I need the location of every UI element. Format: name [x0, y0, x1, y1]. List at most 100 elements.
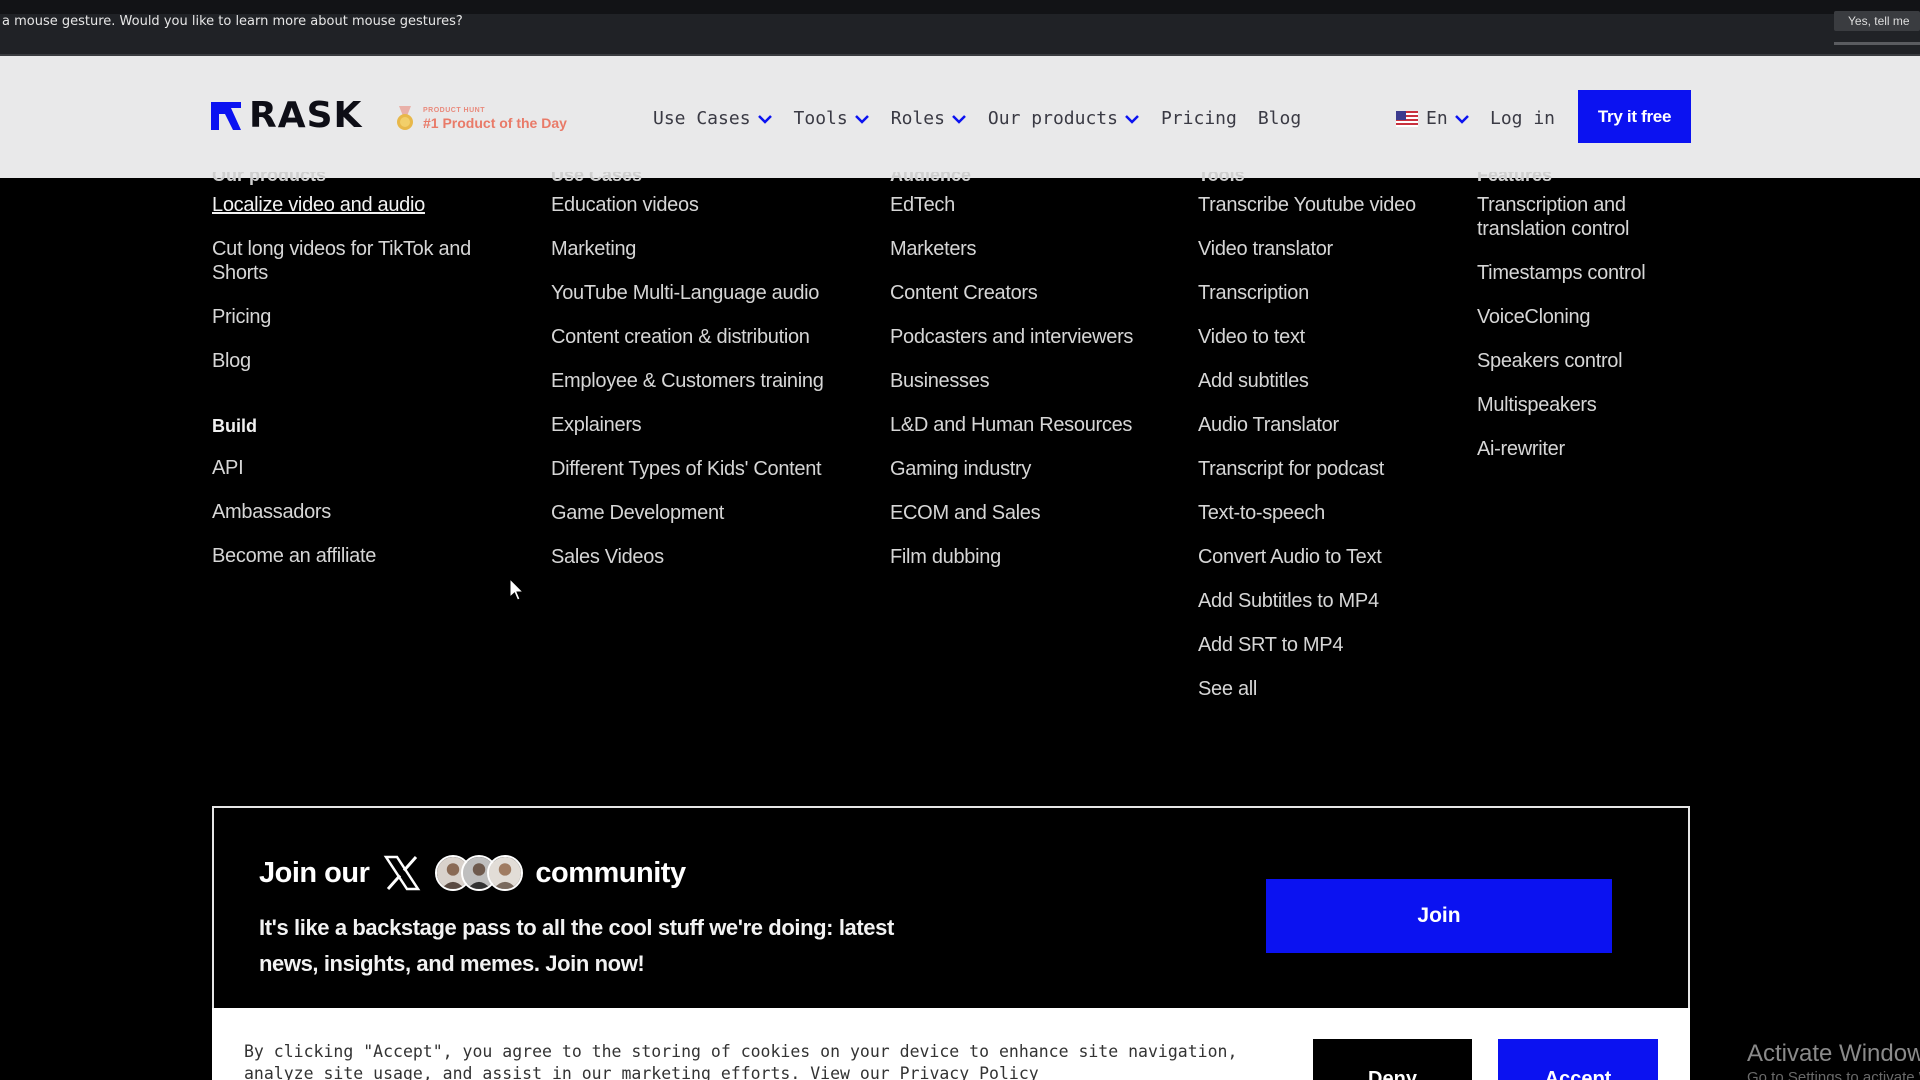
footer-link[interactable]: Become an affiliate [212, 544, 512, 568]
footer-link[interactable]: Game Development [551, 501, 871, 525]
nav-use-cases[interactable]: Use Cases [653, 108, 773, 129]
footer-link[interactable]: Video to text [1198, 325, 1458, 349]
footer-link[interactable]: Employee & Customers training [551, 369, 871, 393]
footer-link[interactable]: Localize video and audio [212, 193, 512, 217]
nav-tools[interactable]: Tools [794, 108, 870, 129]
community-subtitle: It's like a backstage pass to all the co… [259, 915, 894, 976]
footer-link[interactable]: Education videos [551, 193, 871, 217]
product-hunt-badge[interactable]: PRODUCT HUNT #1 Product of the Day [395, 106, 567, 132]
x-logo-icon [384, 855, 421, 891]
login-link[interactable]: Log in [1490, 108, 1555, 129]
footer-link[interactable]: See all [1198, 677, 1458, 701]
language-selector[interactable]: En [1396, 108, 1470, 129]
chevron-down-icon [757, 114, 772, 124]
join-button[interactable]: Join [1266, 879, 1612, 953]
footer-link[interactable]: Different Types of Kids' Content [551, 457, 871, 481]
footer-link[interactable]: Multispeakers [1477, 393, 1677, 417]
footer-link[interactable]: Content creation & distribution [551, 325, 871, 349]
award-label: PRODUCT HUNT [423, 107, 485, 114]
column-heading: Our products [212, 165, 327, 185]
footer-link[interactable]: Gaming industry [890, 457, 1190, 481]
chevron-down-icon [952, 114, 966, 124]
footer-link[interactable]: Transcript for podcast [1198, 457, 1458, 481]
community-avatars [435, 855, 524, 891]
footer-link[interactable]: YouTube Multi-Language audio [551, 281, 871, 305]
language-label: En [1426, 108, 1448, 129]
nav-blog[interactable]: Blog [1258, 108, 1301, 129]
footer-link[interactable]: Add SRT to MP4 [1198, 633, 1458, 657]
main-nav: Use Cases Tools Roles Our products Prici… [653, 108, 1322, 129]
footer-column-use-cases: Use Cases Education videos Marketing You… [551, 165, 871, 589]
chevron-down-icon [854, 114, 869, 124]
medal-icon [397, 106, 413, 130]
privacy-policy-link[interactable]: Privacy Policy [900, 1064, 1039, 1080]
footer-link[interactable]: Audio Translator [1198, 413, 1458, 437]
rask-logo-icon [211, 102, 241, 130]
cookie-message: By clicking "Accept", you agree to the s… [244, 1042, 1238, 1080]
footer-link[interactable]: EdTech [890, 193, 1190, 217]
nav-our-products[interactable]: Our products [988, 108, 1140, 129]
footer-link[interactable]: Cut long videos for TikTok and Shorts [212, 237, 502, 285]
footer-link[interactable]: Podcasters and interviewers [890, 325, 1190, 349]
notification-yes-button[interactable]: Yes, tell me [1834, 11, 1920, 31]
rask-logo[interactable]: RASK [211, 95, 363, 136]
try-it-free-button[interactable]: Try it free [1578, 90, 1691, 143]
footer-column-products: Our products Localize video and audio Cu… [212, 165, 512, 588]
us-flag-icon [1396, 110, 1418, 127]
nav-roles-label: Roles [890, 108, 945, 129]
footer-link[interactable]: Content Creators [890, 281, 1190, 305]
footer-link[interactable]: Video translator [1198, 237, 1458, 261]
site-header: RASK PRODUCT HUNT #1 Product of the Day … [0, 56, 1920, 178]
activate-windows-watermark: Activate Windows [1747, 1040, 1920, 1067]
footer-column-audience: Audience EdTech Marketers Content Creato… [890, 165, 1190, 589]
browser-notification-bar: a mouse gesture. Would you like to learn… [0, 0, 1920, 56]
footer-link[interactable]: Transcription and translation control [1477, 193, 1667, 241]
cookie-text: By clicking "Accept", you agree to the s… [244, 1041, 1284, 1080]
footer-link[interactable]: Film dubbing [890, 545, 1190, 569]
community-title-prefix: Join our [259, 856, 370, 889]
footer-link[interactable]: Blog [212, 349, 512, 373]
nav-roles[interactable]: Roles [891, 108, 967, 129]
footer-link[interactable]: L&D and Human Resources [890, 413, 1190, 437]
mouse-cursor-icon [509, 578, 525, 601]
footer-link[interactable]: Pricing [212, 305, 512, 329]
nav-use-cases-label: Use Cases [653, 108, 751, 129]
notification-text: a mouse gesture. Would you like to learn… [2, 14, 463, 29]
accept-button[interactable]: Accept [1498, 1039, 1658, 1080]
community-banner: Join our community It's like a backstage… [212, 806, 1690, 1016]
nav-tools-label: Tools [793, 108, 848, 129]
award-title: #1 Product of the Day [423, 115, 567, 131]
activate-windows-subtitle: Go to Settings to activate Windows. [1747, 1069, 1920, 1080]
footer-link[interactable]: ECOM and Sales [890, 501, 1190, 525]
footer-link[interactable]: API [212, 456, 512, 480]
nav-pricing[interactable]: Pricing [1161, 108, 1237, 129]
column-heading: Features [1477, 165, 1553, 185]
deny-button[interactable]: Deny [1313, 1039, 1472, 1080]
footer-link[interactable]: Ambassadors [212, 500, 512, 524]
community-title-suffix: community [535, 856, 686, 889]
footer-link[interactable]: Explainers [551, 413, 871, 437]
logo-wordmark: RASK [249, 95, 363, 136]
footer-link[interactable]: Sales Videos [551, 545, 871, 569]
footer-link[interactable]: Transcribe Youtube video [1198, 193, 1458, 217]
footer-link[interactable]: Add subtitles [1198, 369, 1458, 393]
footer-link[interactable]: Convert Audio to Text [1198, 545, 1458, 569]
footer-link[interactable]: Timestamps control [1477, 261, 1677, 285]
chevron-down-icon [1125, 114, 1139, 124]
footer-link[interactable]: Marketing [551, 237, 871, 261]
footer-link[interactable]: Speakers control [1477, 349, 1677, 373]
chevron-down-icon [1454, 114, 1469, 124]
community-title: Join our community [259, 854, 686, 892]
avatar [487, 855, 524, 891]
build-heading: Build [212, 416, 257, 436]
footer-link[interactable]: Marketers [890, 237, 1190, 261]
footer-link[interactable]: Text-to-speech [1198, 501, 1458, 525]
footer-column-tools: Tools Transcribe Youtube video Video tra… [1198, 165, 1458, 721]
footer-link[interactable]: Ai-rewriter [1477, 437, 1677, 461]
column-heading: Tools [1198, 165, 1245, 185]
footer-link[interactable]: Businesses [890, 369, 1190, 393]
footer-link[interactable]: Add Subtitles to MP4 [1198, 589, 1458, 613]
cookie-banner: By clicking "Accept", you agree to the s… [212, 1008, 1690, 1080]
footer-link[interactable]: Transcription [1198, 281, 1458, 305]
footer-link[interactable]: VoiceCloning [1477, 305, 1677, 329]
